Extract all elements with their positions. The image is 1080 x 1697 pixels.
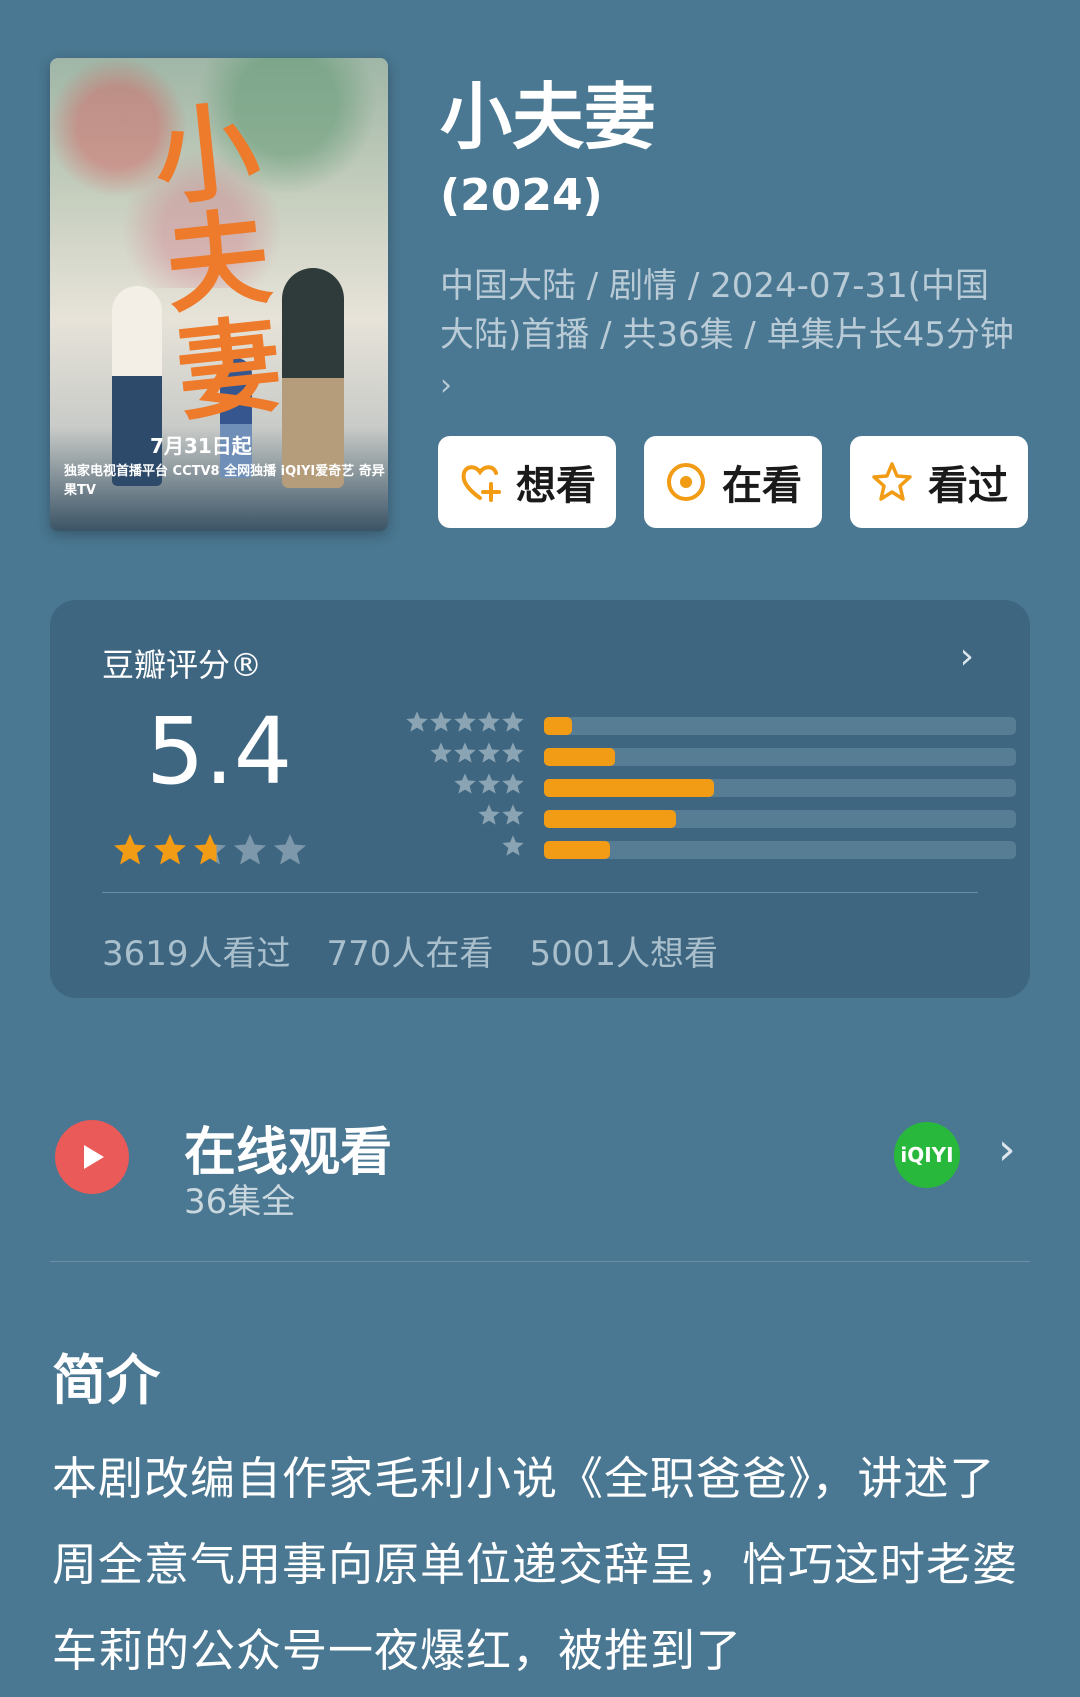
chevron-right-icon: › (440, 368, 452, 403)
play-icon[interactable] (55, 1120, 129, 1194)
star-icon (234, 834, 266, 865)
chevron-right-icon: › (959, 636, 974, 677)
rating-row-stars (350, 803, 525, 831)
rating-card[interactable]: 豆瓣评分® › 5.4 3619人看过 770人在看 5001人想看 (50, 600, 1030, 998)
rating-bar-track (544, 717, 1016, 735)
want-to-watch-button[interactable]: 想看 (438, 436, 616, 528)
rating-bar-track (544, 810, 1016, 828)
rating-score: 5.4 (146, 698, 293, 805)
watched-button[interactable]: 看过 (850, 436, 1028, 528)
rating-stars (112, 832, 308, 868)
rating-bar-track (544, 841, 1016, 859)
small-star-icon (502, 804, 524, 825)
small-star-icon (454, 773, 476, 794)
divider (50, 1261, 1030, 1262)
meta-info[interactable]: 中国大陆 / 剧情 / 2024-07-31(中国大陆)首播 / 共36集 / … (440, 262, 1020, 410)
star-icon (274, 834, 306, 865)
watching-button[interactable]: 在看 (644, 436, 822, 528)
viewer-counts: 3619人看过 770人在看 5001人想看 (102, 926, 718, 975)
play-triangle-icon (84, 1145, 104, 1169)
star-outline-icon (872, 462, 912, 501)
watched-label: 看过 (928, 463, 1008, 509)
iqiyi-logo-text: iQIYI (900, 1143, 954, 1167)
online-watch-row[interactable]: 在线观看 36集全 iQIYI › (50, 1110, 1030, 1222)
release-year: (2024) (440, 170, 603, 221)
intro-text: 本剧改编自作家毛利小说《全职爸爸》，讲述了周全意气用事向原单位递交辞呈，恰巧这时… (52, 1452, 1019, 1677)
meta-text: 中国大陆 / 剧情 / 2024-07-31(中国大陆)首播 / 共36集 / … (440, 266, 1014, 355)
small-star-icon (478, 773, 500, 794)
small-star-icon (502, 835, 524, 856)
divider (102, 892, 978, 893)
small-star-icon (430, 742, 452, 763)
small-star-icon (502, 711, 524, 732)
episode-count: 36集全 (184, 1182, 296, 1222)
small-star-icon (478, 742, 500, 763)
rating-label: 豆瓣评分® (102, 646, 263, 684)
iqiyi-logo-icon[interactable]: iQIYI (894, 1122, 960, 1188)
rating-bar-track (544, 748, 1016, 766)
small-star-icon (454, 742, 476, 763)
small-star-icon (430, 711, 452, 732)
poster-logos: 独家电视首播平台 CCTV8 全网独播 iQIYI爱奇艺 奇异果TV (64, 464, 385, 498)
small-star-icon (478, 711, 500, 732)
watching-count: 770人在看 (326, 934, 494, 974)
rating-bar-fill (544, 810, 677, 828)
small-star-icon (502, 773, 524, 794)
small-star-icon (454, 711, 476, 732)
want-to-watch-label: 想看 (516, 463, 596, 509)
rating-row-stars (350, 741, 525, 769)
small-star-icon (502, 742, 524, 763)
rating-row-stars (350, 834, 525, 862)
heart-plus-icon (461, 465, 501, 502)
want-count: 5001人想看 (529, 934, 718, 974)
intro-heading: 简介 (52, 1349, 160, 1412)
star-icon (114, 834, 146, 865)
rating-bar-track (544, 779, 1016, 797)
rating-row-stars (350, 710, 525, 738)
rating-bar-fill (544, 841, 611, 859)
page-title: 小夫妻 (440, 75, 657, 159)
rating-bar-fill (544, 779, 714, 797)
chevron-right-icon: › (998, 1124, 1016, 1175)
target-icon (667, 463, 705, 501)
star-icon (154, 834, 186, 865)
star-icon (194, 834, 226, 865)
watching-label: 在看 (722, 463, 802, 509)
small-star-icon (406, 711, 428, 732)
rating-bar-fill (544, 748, 615, 766)
poster-date: 7月31日起 (150, 434, 252, 458)
watched-count: 3619人看过 (102, 934, 291, 974)
poster-image[interactable]: 小夫妻 7月31日起 独家电视首播平台 CCTV8 全网独播 iQIYI爱奇艺 … (50, 58, 388, 531)
rating-row-stars (350, 772, 525, 800)
small-star-icon (478, 804, 500, 825)
rating-bar-fill (544, 717, 573, 735)
